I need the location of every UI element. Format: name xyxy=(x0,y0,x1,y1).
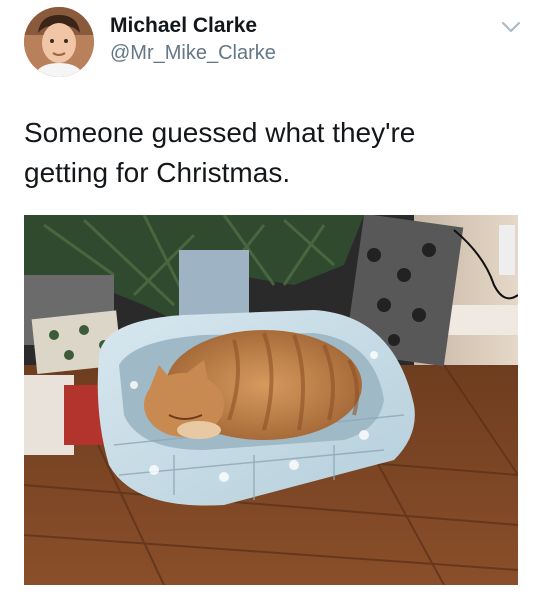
tweet-photo[interactable] xyxy=(24,215,518,585)
avatar-photo xyxy=(24,7,94,77)
cat-in-gift-box-photo xyxy=(24,215,518,585)
tweet-card: Michael Clarke @Mr_Mike_Clarke Someone g… xyxy=(0,0,542,600)
user-handle[interactable]: @Mr_Mike_Clarke xyxy=(110,42,276,65)
avatar[interactable] xyxy=(24,7,94,77)
chevron-down-icon[interactable] xyxy=(500,19,522,35)
display-name[interactable]: Michael Clarke xyxy=(110,14,257,38)
tweet-text-line-1: Someone guessed what they're xyxy=(24,117,416,148)
tweet-text: Someone guessed what they're getting for… xyxy=(24,113,504,193)
tweet-text-line-2: getting for Christmas. xyxy=(24,157,291,188)
